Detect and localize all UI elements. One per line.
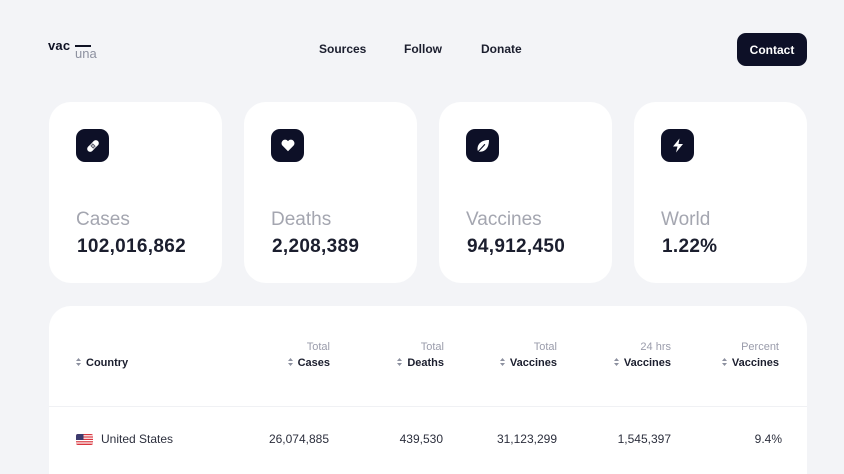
stat-value: 2,208,389 — [272, 236, 360, 257]
cell-total-cases: 26,074,885 — [268, 432, 329, 446]
stat-value: 1.22% — [662, 236, 718, 257]
logo-text-bottom: una — [75, 46, 97, 61]
column-header-sup: Total — [420, 341, 444, 353]
heart-icon — [271, 129, 304, 162]
sort-icon — [499, 358, 505, 367]
column-header-percent-vaccines[interactable]: Percent Vaccines — [721, 340, 779, 370]
column-header-total-vaccines[interactable]: Total Vaccines — [499, 340, 557, 370]
stat-label: Cases — [76, 209, 130, 230]
nav-donate-link[interactable]: Donate — [481, 42, 522, 56]
sort-icon — [76, 358, 81, 367]
cell-country: United States — [76, 432, 173, 446]
column-header-sup: Percent — [741, 341, 779, 353]
top-navbar: vac una Sources Follow Donate Contact — [0, 0, 844, 100]
cell-24hrs-vaccines: 1,545,397 — [617, 432, 671, 446]
column-header-label: Vaccines — [623, 357, 671, 369]
nav-sources-link[interactable]: Sources — [319, 42, 366, 56]
stat-value: 102,016,862 — [77, 236, 186, 257]
cell-total-vaccines: 31,123,299 — [496, 432, 557, 446]
stat-label: Deaths — [271, 209, 332, 230]
column-header-sup: Total — [533, 341, 557, 353]
column-header-total-cases[interactable]: Total Cases — [287, 340, 330, 370]
country-name: United States — [101, 432, 174, 446]
logo-text-top: vac — [48, 38, 71, 53]
column-header-label: Vaccines — [509, 357, 557, 369]
us-flag-icon — [76, 433, 93, 445]
sort-icon — [397, 358, 403, 367]
column-header-24hrs-vaccines[interactable]: 24 hrs Vaccines — [613, 340, 671, 370]
bandage-icon — [76, 129, 109, 162]
column-header-country[interactable]: Country — [76, 340, 128, 370]
column-header-label: Vaccines — [731, 357, 779, 369]
column-header-sup — [76, 340, 128, 354]
column-header-sup: Total — [306, 341, 330, 353]
leaf-icon — [466, 129, 499, 162]
vacuna-logo[interactable]: vac una — [48, 38, 108, 62]
stat-card-deaths: Deaths 2,208,389 — [244, 102, 417, 283]
nav-follow-link[interactable]: Follow — [404, 42, 442, 56]
sort-icon — [613, 358, 619, 367]
stat-card-world: World 1.22% — [634, 102, 807, 283]
table-header-divider — [49, 406, 807, 407]
cell-total-deaths: 439,530 — [399, 432, 443, 446]
table-row[interactable]: United States 26,074,885 439,530 31,123,… — [49, 432, 807, 448]
contact-button[interactable]: Contact — [737, 33, 807, 66]
sort-icon — [721, 358, 727, 367]
stat-card-cases: Cases 102,016,862 — [49, 102, 222, 283]
stat-card-vaccines: Vaccines 94,912,450 — [439, 102, 612, 283]
column-header-sup: 24 hrs — [640, 341, 671, 353]
column-header-total-deaths[interactable]: Total Deaths — [397, 340, 444, 370]
country-stats-table: Country Total Cases Total Deaths Total V… — [49, 306, 807, 474]
column-header-label: Country — [86, 357, 129, 369]
cell-percent-vaccines: 9.4% — [754, 432, 782, 446]
sort-icon — [287, 358, 293, 367]
column-header-label: Cases — [297, 357, 330, 369]
stat-value: 94,912,450 — [467, 236, 566, 257]
column-header-label: Deaths — [407, 357, 444, 369]
stat-label: World — [661, 209, 711, 230]
lightning-icon — [661, 129, 694, 162]
stat-label: Vaccines — [466, 209, 542, 230]
